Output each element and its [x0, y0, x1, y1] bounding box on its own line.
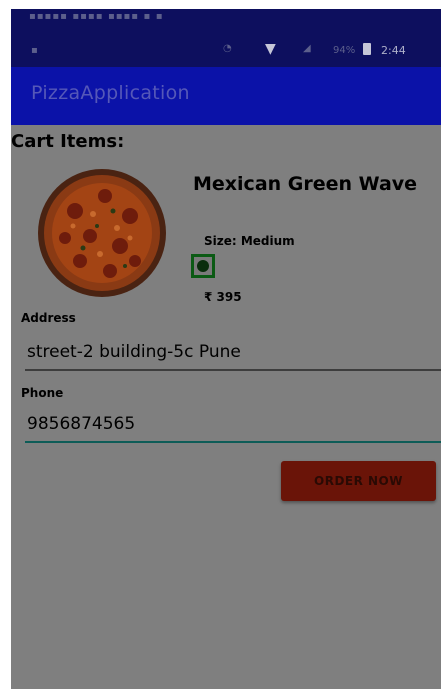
veg-dot-icon	[197, 260, 209, 272]
signal-icon: ◢	[303, 43, 311, 54]
status-bar: ▪▪▪▪▪ ▪▪▪▪ ▪▪▪▪ ▪ ▪ ▪ ◔ ▼ ◢ 94% 2:44	[11, 9, 441, 67]
app-bar: PizzaApplication	[11, 67, 441, 125]
status-time: 2:44	[381, 44, 406, 57]
veg-indicator-icon	[191, 254, 215, 278]
notification-dot-icon: ▪	[31, 45, 38, 56]
phone-input[interactable]	[25, 411, 441, 443]
order-now-button[interactable]: ORDER NOW	[281, 461, 436, 501]
address-input[interactable]	[25, 339, 441, 371]
phone-label: Phone	[21, 386, 64, 400]
product-name: Mexican Green Wave	[193, 173, 418, 195]
battery-percent: 94%	[333, 45, 356, 56]
wifi-icon: ▼	[265, 41, 276, 57]
alarm-icon: ◔	[223, 43, 232, 54]
app-title: PizzaApplication	[31, 82, 190, 104]
product-size: Size: Medium	[204, 234, 295, 248]
product-price: ₹ 395	[204, 290, 242, 304]
address-label: Address	[21, 311, 76, 325]
pizza-image	[38, 169, 166, 297]
app-screen: ▪▪▪▪▪ ▪▪▪▪ ▪▪▪▪ ▪ ▪ ▪ ◔ ▼ ◢ 94% 2:44 Piz…	[11, 9, 441, 689]
battery-icon	[363, 43, 371, 55]
notification-icons: ▪▪▪▪▪ ▪▪▪▪ ▪▪▪▪ ▪ ▪	[29, 11, 164, 22]
cart-items-heading: Cart Items:	[11, 131, 125, 152]
